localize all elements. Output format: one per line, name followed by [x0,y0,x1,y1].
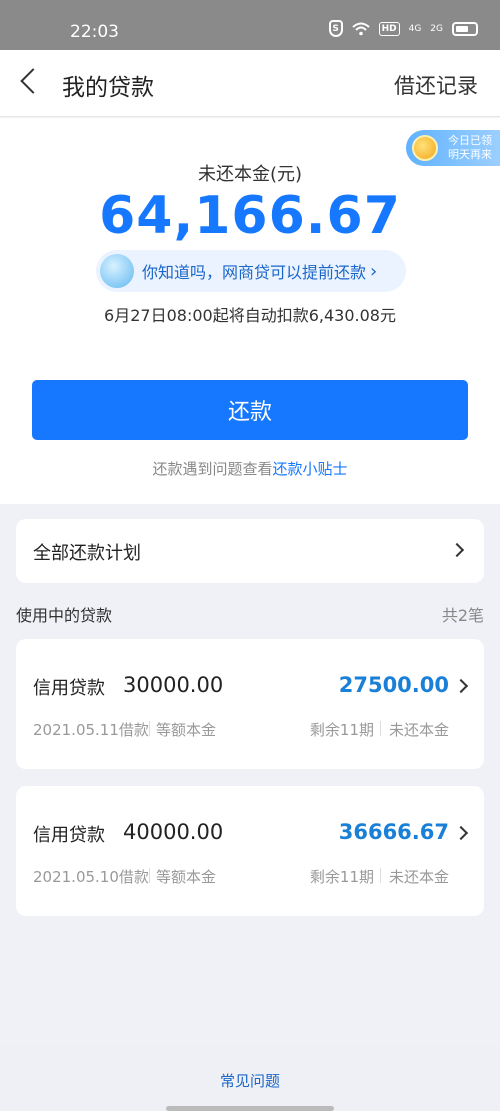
loan-date: 2021.05.11借款 [33,721,149,739]
reward-line-1: 今日已领 [448,134,492,147]
loan-count: 共2笔 [441,606,484,625]
loan-remaining: 27500.00 [338,673,449,697]
loan-card[interactable]: 信用贷款 40000.00 36666.67 2021.05.10借款 等额本金… [16,786,484,916]
4g-signal-icon: 4G [408,23,422,34]
records-link[interactable]: 借还记录 [394,70,478,100]
footer: 常见问题 [0,1046,500,1111]
reward-text: 今日已领 明天再来 [448,134,492,162]
loan-status: 未还本金 [388,721,449,739]
help-prefix: 还款遇到问题查看 [152,460,273,478]
principal-label: 未还本金(元) [197,164,303,185]
divider [149,721,150,736]
status-icons: S HD 4G 2G [328,20,478,37]
hd-icon: HD [378,21,400,36]
chevron-right-icon: › [370,260,378,282]
chevron-right-icon [453,678,469,694]
page-title: 我的贷款 [62,75,154,101]
all-plans-row[interactable]: 全部还款计划 [16,519,484,583]
loan-amount: 40000.00 [123,820,224,844]
nav-header: 我的贷款 借还记录 [0,50,500,117]
status-time: 22:03 [70,22,119,42]
prepay-tip[interactable]: 你知道吗，网商贷可以提前还款 › [96,250,406,292]
loan-summary: 今日已领 明天再来 未还本金(元) 64,166.67 你知道吗，网商贷可以提前… [0,118,500,504]
status-bar: 22:03 S HD 4G 2G [0,0,500,50]
help-line: 还款遇到问题查看还款小贴士 [0,458,500,479]
loan-method: 等额本金 [156,868,217,886]
divider [380,868,381,883]
water-drop-icon [100,254,134,288]
loan-remaining: 36666.67 [338,820,449,844]
divider [149,868,150,883]
loan-method: 等额本金 [156,721,217,739]
tip-text: 你知道吗，网商贷可以提前还款 [142,263,367,282]
shield-s-icon: S [328,20,343,37]
loan-status: 未还本金 [388,868,449,886]
faq-link[interactable]: 常见问题 [0,1070,500,1091]
repay-tips-link[interactable]: 还款小贴士 [273,460,348,478]
divider [380,721,381,736]
loan-amount: 30000.00 [123,673,224,697]
all-plans-label: 全部还款计划 [33,543,141,564]
principal-amount: 64,166.67 [99,186,401,246]
home-indicator[interactable] [166,1106,334,1111]
chevron-right-icon [453,825,469,841]
wifi-icon [351,22,370,35]
loan-type: 信用贷款 [33,678,105,699]
back-arrow-icon[interactable] [20,68,46,94]
battery-icon [452,21,478,36]
loan-terms: 剩余11期 [309,868,374,886]
loan-terms: 剩余11期 [309,721,374,739]
repay-button[interactable]: 还款 [32,380,468,440]
section-title: 使用中的贷款 [16,606,113,625]
loan-card[interactable]: 信用贷款 30000.00 27500.00 2021.05.11借款 等额本金… [16,639,484,769]
coin-icon [412,135,438,161]
2g-signal-icon: 2G [430,23,443,34]
chevron-right-icon [449,542,465,558]
loan-type: 信用贷款 [33,825,105,846]
auto-debit-notice: 6月27日08:00起将自动扣款6,430.08元 [104,306,396,325]
loan-date: 2021.05.10借款 [33,868,149,886]
